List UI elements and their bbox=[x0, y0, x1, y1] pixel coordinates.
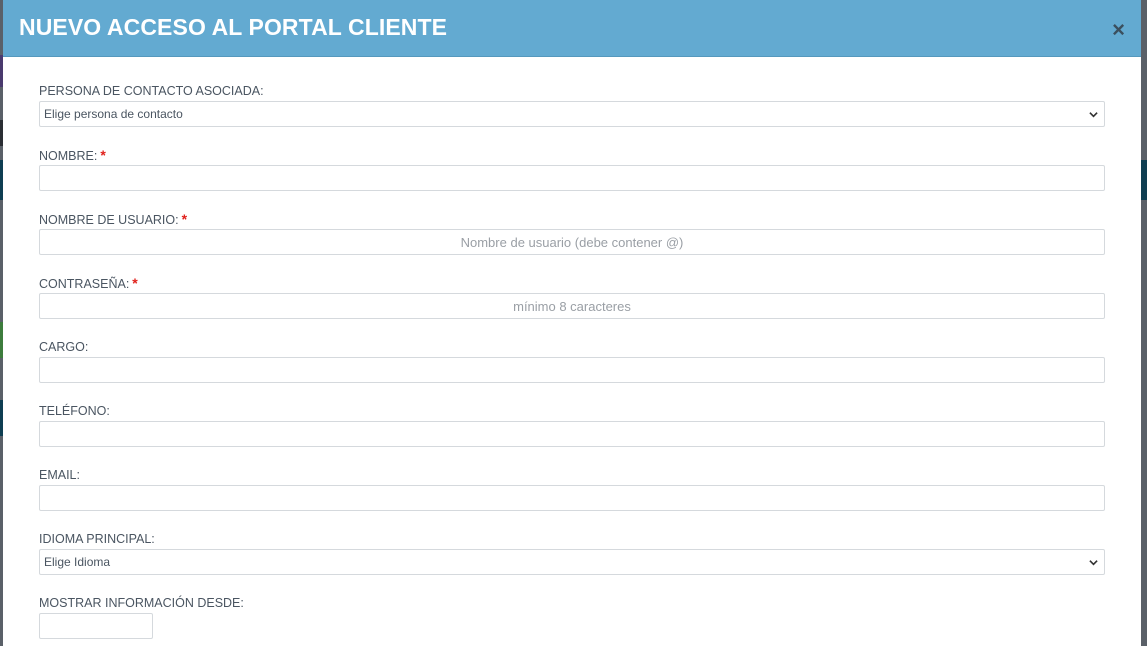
modal-title: NUEVO ACCESO AL PORTAL CLIENTE bbox=[19, 14, 448, 40]
contact-person-selected-value: Elige persona de contacto bbox=[44, 107, 183, 121]
language-label: IDIOMA PRINCIPAL: bbox=[39, 532, 155, 546]
phone-field: TELÉFONO: bbox=[39, 401, 1108, 447]
show-info-from-field: MOSTRAR INFORMACIÓN DESDE: bbox=[39, 593, 1108, 639]
name-input[interactable] bbox=[39, 165, 1105, 191]
chevron-down-icon bbox=[1089, 111, 1098, 117]
position-label: CARGO: bbox=[39, 340, 89, 354]
password-label: CONTRASEÑA: * bbox=[39, 275, 138, 291]
modal-header: NUEVO ACCESO AL PORTAL CLIENTE × bbox=[3, 0, 1141, 57]
chevron-down-icon bbox=[1089, 559, 1098, 565]
required-asterisk: * bbox=[100, 147, 106, 163]
password-field: CONTRASEÑA: * bbox=[39, 273, 1108, 319]
position-input[interactable] bbox=[39, 357, 1105, 383]
name-label: NOMBRE: * bbox=[39, 147, 106, 163]
contact-person-select[interactable]: Elige persona de contacto bbox=[39, 101, 1105, 127]
name-field: NOMBRE: * bbox=[39, 145, 1108, 191]
required-asterisk: * bbox=[181, 211, 188, 227]
language-selected-value: Elige Idioma bbox=[44, 555, 111, 569]
modal-body: PERSONA DE CONTACTO ASOCIADA: Elige pers… bbox=[3, 57, 1141, 639]
language-field: IDIOMA PRINCIPAL: Elige Idioma bbox=[39, 529, 1108, 575]
username-label: NOMBRE DE USUARIO: * bbox=[39, 211, 188, 227]
background-page-fragment bbox=[1141, 160, 1147, 200]
contact-person-label: PERSONA DE CONTACTO ASOCIADA: bbox=[39, 84, 264, 98]
username-field: NOMBRE DE USUARIO: * bbox=[39, 209, 1108, 255]
username-input[interactable] bbox=[39, 229, 1105, 255]
show-info-from-label: MOSTRAR INFORMACIÓN DESDE: bbox=[39, 596, 244, 610]
email-input[interactable] bbox=[39, 485, 1105, 511]
show-info-from-input[interactable] bbox=[39, 613, 153, 639]
email-label: EMAIL: bbox=[39, 468, 80, 482]
password-input[interactable] bbox=[39, 293, 1105, 319]
contact-person-field: PERSONA DE CONTACTO ASOCIADA: Elige pers… bbox=[39, 81, 1108, 127]
close-icon[interactable]: × bbox=[1112, 19, 1125, 41]
language-select[interactable]: Elige Idioma bbox=[39, 549, 1105, 575]
required-asterisk: * bbox=[132, 275, 138, 291]
phone-input[interactable] bbox=[39, 421, 1105, 447]
email-field: EMAIL: bbox=[39, 465, 1108, 511]
portal-access-modal: NUEVO ACCESO AL PORTAL CLIENTE × PERSONA… bbox=[3, 0, 1141, 646]
position-field: CARGO: bbox=[39, 337, 1108, 383]
phone-label: TELÉFONO: bbox=[39, 404, 110, 418]
